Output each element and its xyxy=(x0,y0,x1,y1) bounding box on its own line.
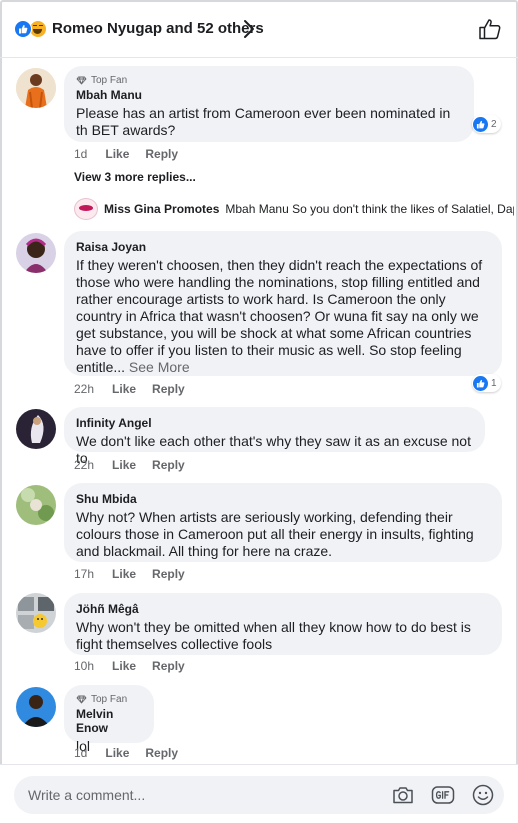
view-more-replies-link[interactable]: View 3 more replies... xyxy=(74,170,196,184)
badge-label: Top Fan xyxy=(91,75,128,86)
reply-button[interactable]: Reply xyxy=(152,458,185,472)
thumbs-up-icon[interactable] xyxy=(478,18,502,40)
gif-icon[interactable] xyxy=(431,783,455,807)
reactions-header[interactable]: Romeo Nyugap and 52 others xyxy=(0,0,518,58)
like-reaction-icon xyxy=(14,20,32,38)
like-button[interactable]: Like xyxy=(105,147,129,161)
like-reaction-icon xyxy=(473,116,488,132)
avatar[interactable] xyxy=(16,68,56,108)
reactions-summary[interactable]: Romeo Nyugap and 52 others xyxy=(52,20,264,37)
like-button[interactable]: Like xyxy=(112,659,136,673)
like-button[interactable]: Like xyxy=(112,382,136,396)
camera-icon[interactable] xyxy=(391,783,415,807)
comment-bubble[interactable]: Raisa Joyan If they weren't choosen, the… xyxy=(64,231,502,376)
comment-actions: 17h Like Reply xyxy=(74,567,201,581)
comment-text: If they weren't choosen, then they didn'… xyxy=(76,257,490,376)
comment-author[interactable]: Jöhñ Mêgâ xyxy=(76,602,490,616)
comment-text: Why not? When artists are seriously work… xyxy=(76,509,474,559)
avatar[interactable] xyxy=(16,687,56,727)
comment-time[interactable]: 22h xyxy=(74,458,94,472)
comment-author[interactable]: Raisa Joyan xyxy=(76,240,490,254)
like-button[interactable]: Like xyxy=(112,567,136,581)
comment-time[interactable]: 1d xyxy=(74,746,87,760)
badge-label: Top Fan xyxy=(91,694,128,705)
comment-time[interactable]: 1d xyxy=(74,147,87,161)
reply-author[interactable]: Miss Gina Promotes xyxy=(104,202,219,216)
comment-bubble[interactable]: Shu Mbida Why not? When artists are seri… xyxy=(64,483,502,562)
reaction-count[interactable]: 2 xyxy=(472,115,501,133)
like-reaction-icon xyxy=(473,375,488,391)
like-button[interactable]: Like xyxy=(112,458,136,472)
avatar[interactable] xyxy=(16,485,56,525)
comment-bubble[interactable]: Jöhñ Mêgâ Why won't they be omitted when… xyxy=(64,593,502,655)
comment-author[interactable]: Mbah Manu xyxy=(76,88,462,102)
avatar[interactable] xyxy=(74,198,98,220)
comment-text: Please has an artist from Cameroon ever … xyxy=(76,105,451,138)
like-button[interactable]: Like xyxy=(105,746,129,760)
see-more-link[interactable]: See More xyxy=(129,359,190,375)
reply-button[interactable]: Reply xyxy=(145,147,178,161)
avatar[interactable] xyxy=(16,409,56,449)
comment-text-body: If they weren't choosen, then they didn'… xyxy=(76,257,483,375)
reaction-count[interactable]: 1 xyxy=(472,374,501,392)
reply-button[interactable]: Reply xyxy=(152,567,185,581)
comment-author[interactable]: Shu Mbida xyxy=(76,492,490,506)
comment-composer[interactable] xyxy=(14,776,504,814)
avatar[interactable] xyxy=(16,593,56,633)
comment-author[interactable]: Infinity Angel xyxy=(76,416,473,430)
chevron-right-icon[interactable] xyxy=(243,19,255,39)
comment-composer-bar xyxy=(0,764,518,823)
comment-time[interactable]: 22h xyxy=(74,382,94,396)
emoji-icon[interactable] xyxy=(471,783,495,807)
reply-button[interactable]: Reply xyxy=(145,746,178,760)
comment-actions: 10h Like Reply xyxy=(74,659,201,673)
diamond-icon xyxy=(76,695,87,704)
comment-input[interactable] xyxy=(28,785,368,805)
reply-button[interactable]: Reply xyxy=(152,382,185,396)
top-fan-badge: Top Fan xyxy=(76,694,142,705)
diamond-icon xyxy=(76,76,87,85)
comment-actions: 1d Like Reply xyxy=(74,147,194,161)
comment-actions: 1d Like Reply xyxy=(74,746,194,760)
comment-author[interactable]: Melvin Enow xyxy=(76,707,142,735)
comment-text: Why won't they be omitted when all they … xyxy=(76,619,471,652)
reply-text: Mbah Manu So you don't think the likes o… xyxy=(225,202,514,216)
comment-bubble[interactable]: Top Fan Mbah Manu Please has an artist f… xyxy=(64,66,474,142)
comment-time[interactable]: 17h xyxy=(74,567,94,581)
reaction-count-value: 2 xyxy=(491,118,497,130)
comment-actions: 22h Like Reply xyxy=(74,458,201,472)
comment-bubble[interactable]: Top Fan Melvin Enow lol xyxy=(64,685,154,754)
reaction-count-value: 1 xyxy=(491,377,497,389)
reply-button[interactable]: Reply xyxy=(152,659,185,673)
reply-preview[interactable]: Miss Gina Promotes Mbah Manu So you don'… xyxy=(74,197,514,221)
comment-time[interactable]: 10h xyxy=(74,659,94,673)
avatar[interactable] xyxy=(16,233,56,273)
comment-bubble[interactable]: Infinity Angel We don't like each other … xyxy=(64,407,485,466)
top-fan-badge: Top Fan xyxy=(76,75,462,86)
comment-actions: 22h Like Reply xyxy=(74,382,201,396)
